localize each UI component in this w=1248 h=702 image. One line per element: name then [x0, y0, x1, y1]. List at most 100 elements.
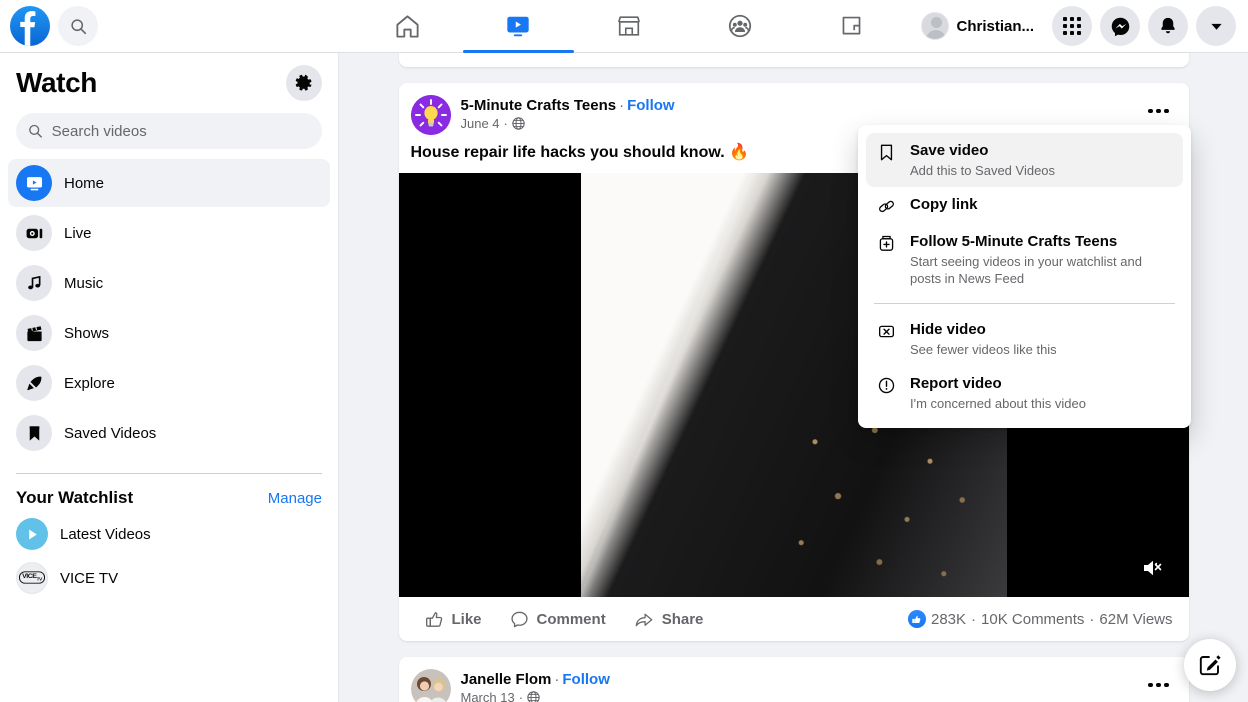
two-women-photo	[410, 669, 451, 702]
sidebar-item-label: Live	[64, 224, 92, 242]
comment-count[interactable]: 10K Comments	[981, 611, 1084, 628]
user-profile-button[interactable]: Christian...	[918, 9, 1044, 43]
avatar	[921, 12, 950, 40]
next-post-more-options-button[interactable]	[1141, 667, 1177, 702]
bookmark-icon	[874, 141, 898, 162]
nav-tab-home[interactable]	[352, 0, 463, 53]
next-post-author-name[interactable]: Janelle Flom	[461, 671, 552, 688]
sidebar-item-saved-videos[interactable]: Saved Videos	[8, 409, 330, 457]
create-post-button[interactable]	[1184, 639, 1236, 691]
compose-pencil-icon	[1199, 655, 1221, 676]
topbar-right-section: Christian...	[918, 6, 1248, 46]
page-title: Watch	[16, 67, 97, 98]
dropdown-item-report-video[interactable]: Report video I'm concerned about this vi…	[866, 366, 1183, 420]
watchlist-manage-link[interactable]: Manage	[268, 490, 322, 507]
gaming-icon	[842, 16, 861, 34]
video-mute-button[interactable]	[1137, 551, 1171, 585]
thumbs-up-icon	[425, 611, 442, 627]
watch-settings-button[interactable]	[286, 65, 322, 101]
sidebar-divider	[16, 473, 322, 474]
sidebar-item-music[interactable]: Music	[8, 259, 330, 307]
post-stats: 283K · 10K Comments · 62M Views	[907, 610, 1177, 628]
sidebar-item-explore[interactable]: Explore	[8, 359, 330, 407]
post-author-name[interactable]: 5-Minute Crafts Teens	[461, 97, 617, 114]
share-button[interactable]: Share	[620, 603, 718, 636]
grid-menu-icon	[1063, 17, 1081, 35]
post-options-dropdown: Save video Add this to Saved Videos Copy…	[858, 125, 1191, 428]
dropdown-item-save-video[interactable]: Save video Add this to Saved Videos	[866, 133, 1183, 187]
search-icon	[29, 124, 42, 138]
marketplace-store-icon	[618, 16, 641, 36]
messenger-button[interactable]	[1100, 6, 1140, 46]
nav-tab-marketplace[interactable]	[574, 0, 685, 53]
music-note-icon	[16, 265, 52, 301]
nav-tab-groups[interactable]	[685, 0, 796, 53]
view-count: 62M Views	[1099, 610, 1173, 628]
sidebar-item-home[interactable]: Home	[8, 159, 330, 207]
watch-sidebar: Watch Home Live	[0, 53, 339, 702]
dropdown-item-hide-video[interactable]: Hide video See fewer videos like this	[866, 312, 1183, 366]
post-date[interactable]: June 4	[461, 116, 500, 131]
search-input[interactable]	[51, 122, 310, 140]
lightbulb-avatar	[410, 95, 451, 135]
next-post-header: Janelle Flom · Follow March 13 ·	[399, 657, 1189, 702]
sidebar-search-box[interactable]	[16, 113, 322, 149]
speaker-muted-icon	[1143, 560, 1161, 576]
post-follow-link[interactable]: Follow	[627, 97, 675, 114]
search-icon	[70, 18, 86, 34]
dropdown-item-subtitle: Add this to Saved Videos	[910, 163, 1056, 178]
dropdown-item-subtitle: I'm concerned about this video	[910, 396, 1086, 411]
next-post-dot: ·	[518, 690, 524, 702]
dropdown-item-text: Save video Add this to Saved Videos	[910, 141, 1175, 179]
watchlist-item-label: VICE TV	[60, 569, 119, 587]
sidebar-item-shows[interactable]: Shows	[8, 309, 330, 357]
more-options-icon	[1148, 108, 1169, 114]
top-navigation-bar: Christian...	[0, 0, 1248, 53]
like-button[interactable]: Like	[411, 603, 496, 636]
next-post-author-row: Janelle Flom · Follow	[461, 670, 1141, 689]
next-video-post-card: Janelle Flom · Follow March 13 ·	[398, 657, 1189, 702]
share-arrow-icon	[635, 613, 653, 626]
topbar-left-section	[0, 6, 340, 46]
hide-x-icon	[874, 320, 898, 341]
next-post-date[interactable]: March 13	[461, 690, 515, 702]
globe-icon	[527, 691, 540, 702]
post-author-avatar[interactable]	[410, 95, 451, 135]
dropdown-item-copy-link[interactable]: Copy link	[866, 187, 1183, 224]
bell-icon	[1161, 17, 1175, 34]
report-exclamation-icon	[874, 374, 898, 395]
dropdown-item-title: Follow 5-Minute Crafts Teens	[910, 233, 1118, 250]
comment-button[interactable]: Comment	[496, 603, 620, 636]
watch-home-icon	[16, 165, 52, 201]
next-post-follow-link[interactable]: Follow	[562, 671, 610, 688]
notifications-button[interactable]	[1148, 6, 1188, 46]
dropdown-item-title: Save video	[910, 142, 989, 159]
facebook-logo[interactable]	[10, 6, 50, 46]
watchlist-title: Your Watchlist	[16, 488, 134, 507]
watchlist-item-label: Latest Videos	[60, 525, 151, 543]
post-more-options-button[interactable]	[1141, 93, 1177, 129]
next-post-submeta: March 13 ·	[461, 690, 1141, 702]
nav-tab-watch[interactable]	[462, 0, 574, 53]
menu-grid-button[interactable]	[1052, 6, 1092, 46]
dropdown-item-text: Copy link	[910, 195, 1175, 215]
dropdown-item-follow-page[interactable]: Follow 5-Minute Crafts Teens Start seein…	[866, 224, 1183, 295]
video-play-icon	[507, 16, 529, 37]
account-dropdown-button[interactable]	[1196, 6, 1236, 46]
sidebar-item-label: Explore	[64, 374, 115, 392]
sidebar-item-label: Music	[64, 274, 104, 292]
clapperboard-icon	[16, 315, 52, 351]
live-video-icon	[16, 215, 52, 251]
nav-tab-gaming[interactable]	[796, 0, 907, 53]
sidebar-item-live[interactable]: Live	[8, 209, 330, 257]
watchlist-item-vice-tv[interactable]: VICETV VICE TV	[8, 556, 330, 600]
facebook-watch-page: Christian... Watch Search videos Home Li…	[0, 0, 1248, 702]
bookmark-icon	[16, 415, 52, 451]
topbar-search-button[interactable]	[58, 6, 98, 46]
follow-plus-icon	[874, 232, 898, 253]
dropdown-item-text: Follow 5-Minute Crafts Teens Start seein…	[910, 232, 1175, 287]
watchlist-item-latest-videos[interactable]: Latest Videos	[8, 512, 330, 556]
next-post-author-avatar[interactable]	[410, 669, 451, 702]
sidebar-item-label: Home	[64, 174, 105, 192]
rocket-icon	[16, 365, 52, 401]
